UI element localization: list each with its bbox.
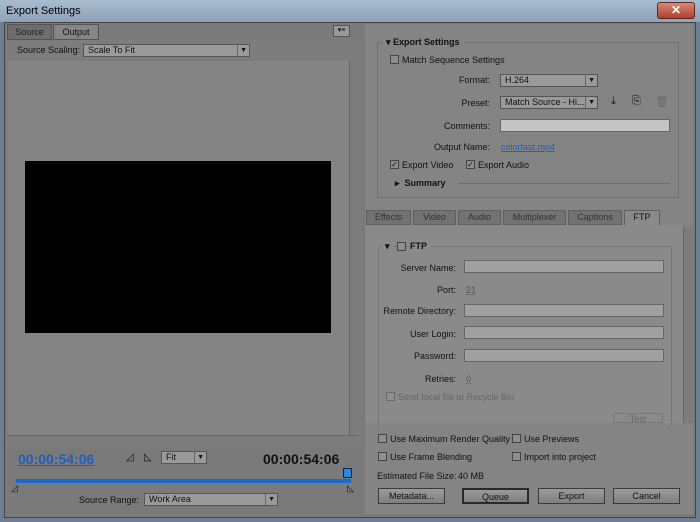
source-range-dropdown[interactable]: Work Area (144, 493, 278, 506)
export-settings-title: Export Settings (393, 37, 460, 47)
use-previews-checkbox[interactable] (512, 434, 521, 443)
export-audio-checkbox[interactable]: ✓ (466, 160, 475, 169)
set-in-point-icon[interactable]: ◿ (126, 452, 134, 463)
summary-divider (458, 183, 670, 184)
tab-source[interactable]: Source (7, 24, 52, 40)
close-icon[interactable]: ✕ (657, 2, 695, 19)
source-scaling-label: Source Scaling: (17, 45, 81, 55)
tab-ftp[interactable]: FTP (624, 210, 660, 226)
retries-value[interactable]: 0 (466, 374, 471, 384)
summary-toggle[interactable]: ▸ Summary (395, 178, 446, 189)
user-login-label: User Login: (409, 329, 456, 339)
export-video-label: Export Video (402, 160, 454, 170)
import-preset-icon[interactable]: ⎘ (632, 95, 641, 108)
tab-audio[interactable]: Audio (458, 210, 501, 225)
recycle-checkbox[interactable] (386, 392, 395, 401)
match-sequence-label: Match Sequence Settings (402, 55, 505, 65)
preview-hscrollbar[interactable] (7, 435, 359, 444)
preview-vscrollbar[interactable] (349, 61, 359, 435)
timeline-bar[interactable] (16, 479, 351, 483)
delete-preset-icon[interactable]: 🗑 (655, 95, 669, 108)
preset-dropdown[interactable]: Match Source - Hi... (500, 96, 598, 109)
port-label: Port: (436, 285, 456, 295)
source-scaling-dropdown[interactable]: Scale To Fit (83, 44, 250, 57)
format-label: Format: (458, 75, 490, 85)
tab-multiplexer[interactable]: Multiplexer (503, 210, 566, 225)
password-input[interactable] (464, 349, 664, 362)
server-name-input[interactable] (464, 260, 664, 273)
tab-video[interactable]: Video (413, 210, 456, 225)
export-audio-label: Export Audio (478, 160, 530, 170)
queue-button[interactable]: Queue (462, 488, 529, 504)
password-label: Password: (413, 351, 456, 361)
export-video-checkbox[interactable]: ✓ (390, 160, 399, 169)
use-previews-label: Use Previews (524, 434, 580, 444)
ftp-checkbox[interactable] (397, 242, 406, 251)
max-render-label: Use Maximum Render Quality (390, 434, 511, 444)
summary-label: Summary (404, 178, 446, 188)
frame-blending-checkbox[interactable] (378, 452, 387, 461)
window-title: Export Settings (6, 5, 81, 17)
title-bar (0, 0, 700, 22)
remote-directory-label: Remote Directory: (383, 306, 456, 316)
panel-menu-icon[interactable]: ▾≡ (333, 25, 350, 37)
video-preview (25, 161, 331, 333)
export-button[interactable]: Export (538, 488, 605, 504)
recycle-label: Send local file to Recycle Bin (398, 392, 515, 402)
comments-label: Comments: (443, 121, 490, 131)
user-login-input[interactable] (464, 326, 664, 339)
file-size-value: 40 MB (458, 471, 485, 481)
import-project-label: Import into project (524, 452, 597, 462)
server-name-label: Server Name: (400, 263, 456, 273)
file-size-label: Estimated File Size: (377, 471, 457, 481)
duration-timecode: 00:00:54:06 (263, 451, 340, 467)
metadata-button[interactable]: Metadata... (378, 488, 445, 504)
export-settings-heading[interactable]: ▾ Export Settings (382, 37, 464, 48)
ftp-toggle[interactable]: ▾ (382, 241, 393, 252)
set-out-point-icon[interactable]: ◺ (144, 452, 152, 463)
test-button[interactable]: Test (613, 413, 663, 423)
out-point-handle[interactable]: ◺ (347, 483, 354, 494)
zoom-dropdown[interactable]: Fit (161, 451, 207, 464)
in-point-handle[interactable]: ◿ (11, 483, 18, 494)
max-render-checkbox[interactable] (378, 434, 387, 443)
save-preset-icon[interactable]: ⤓ (611, 95, 616, 108)
current-timecode[interactable]: 00:00:54:06 (18, 451, 94, 467)
tab-captions[interactable]: Captions (568, 210, 622, 225)
match-sequence-checkbox[interactable] (390, 55, 399, 64)
format-dropdown[interactable]: H.264 (500, 74, 598, 87)
cancel-button[interactable]: Cancel (613, 488, 680, 504)
output-name-label: Output Name: (433, 142, 490, 152)
playhead[interactable] (343, 468, 352, 478)
ftp-vscrollbar[interactable] (683, 227, 693, 423)
retries-label: Retries: (424, 374, 456, 384)
preset-label: Preset: (461, 98, 490, 108)
frame-blending-label: Use Frame Blending (390, 452, 473, 462)
source-range-label: Source Range: (79, 495, 140, 505)
comments-input[interactable] (500, 119, 670, 132)
tab-effects[interactable]: Effects (366, 210, 411, 225)
output-name-link[interactable]: colorfast.mp4 (501, 142, 555, 152)
ftp-heading: FTP (410, 241, 431, 251)
tab-output[interactable]: Output (53, 24, 99, 40)
import-project-checkbox[interactable] (512, 452, 521, 461)
remote-directory-input[interactable] (464, 304, 664, 317)
port-value[interactable]: 21 (466, 285, 476, 295)
